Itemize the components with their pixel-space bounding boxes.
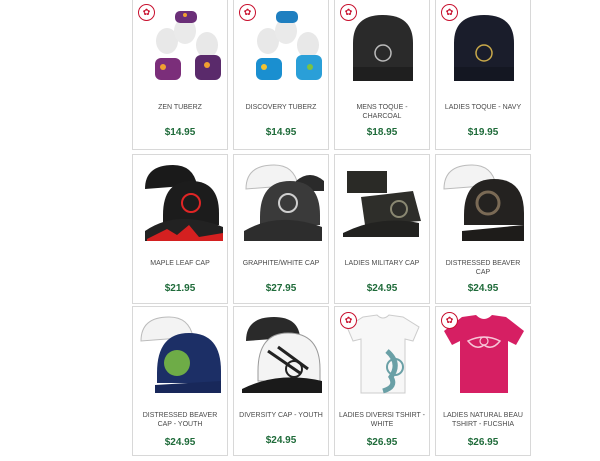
product-price: $24.95 bbox=[366, 283, 398, 294]
product-name[interactable]: LADIES DIVERSI TSHIRT - WHITE bbox=[337, 411, 427, 429]
product-image[interactable] bbox=[238, 311, 326, 395]
product-name[interactable]: DIVERSITY CAP - YOUTH bbox=[236, 411, 326, 420]
product-image[interactable] bbox=[339, 159, 427, 243]
product-card[interactable]: GRAPHITE/WHITE CAP $27.95 bbox=[233, 154, 329, 304]
product-price: $18.95 bbox=[366, 127, 398, 138]
product-grid: ✿ ZEN TUBERZ $14.95 ✿ DISCOVERY TUBERZ $… bbox=[132, 0, 534, 461]
product-price: $24.95 bbox=[265, 435, 297, 446]
product-card[interactable]: MAPLE LEAF CAP $21.95 bbox=[132, 154, 228, 304]
product-price: $26.95 bbox=[366, 437, 398, 448]
product-price: $24.95 bbox=[467, 283, 499, 294]
product-image[interactable] bbox=[137, 159, 225, 243]
product-card[interactable]: DISTRESSED BEAVER CAP $24.95 bbox=[435, 154, 531, 304]
product-card[interactable]: ✿ LADIES TOQUE - NAVY $19.95 bbox=[435, 0, 531, 150]
product-price: $27.95 bbox=[265, 283, 297, 294]
product-price: $19.95 bbox=[467, 127, 499, 138]
product-card[interactable]: ✿ ZEN TUBERZ $14.95 bbox=[132, 0, 228, 150]
product-name[interactable]: DISTRESSED BEAVER CAP bbox=[438, 259, 528, 277]
product-name[interactable]: LADIES MILITARY CAP bbox=[337, 259, 427, 268]
product-name[interactable]: MENS TOQUE - CHARCOAL bbox=[337, 103, 427, 121]
product-name[interactable]: LADIES TOQUE - NAVY bbox=[438, 103, 528, 112]
maple-leaf-badge: ✿ bbox=[441, 4, 458, 21]
maple-leaf-badge: ✿ bbox=[138, 4, 155, 21]
product-name[interactable]: ZEN TUBERZ bbox=[135, 103, 225, 112]
product-card[interactable]: DISTRESSED BEAVER CAP - YOUTH $24.95 bbox=[132, 306, 228, 456]
product-price: $14.95 bbox=[164, 127, 196, 138]
maple-leaf-badge: ✿ bbox=[441, 312, 458, 329]
product-image[interactable] bbox=[137, 311, 225, 395]
product-name[interactable]: DISCOVERY TUBERZ bbox=[236, 103, 326, 112]
product-card[interactable]: LADIES MILITARY CAP $24.95 bbox=[334, 154, 430, 304]
product-card[interactable]: ✿ DISCOVERY TUBERZ $14.95 bbox=[233, 0, 329, 150]
product-name[interactable]: DISTRESSED BEAVER CAP - YOUTH bbox=[135, 411, 225, 429]
product-image[interactable] bbox=[440, 159, 528, 243]
product-card[interactable]: ✿ LADIES NATURAL BEAU TSHIRT - FUCSHIA $… bbox=[435, 306, 531, 456]
product-price: $26.95 bbox=[467, 437, 499, 448]
product-name[interactable]: GRAPHITE/WHITE CAP bbox=[236, 259, 326, 268]
product-card[interactable]: ✿ LADIES DIVERSI TSHIRT - WHITE $26.95 bbox=[334, 306, 430, 456]
product-price: $24.95 bbox=[164, 437, 196, 448]
product-name[interactable]: LADIES NATURAL BEAU TSHIRT - FUCSHIA bbox=[438, 411, 528, 429]
product-card[interactable]: ✿ MENS TOQUE - CHARCOAL $18.95 bbox=[334, 0, 430, 150]
product-image[interactable] bbox=[238, 159, 326, 243]
product-price: $14.95 bbox=[265, 127, 297, 138]
maple-leaf-badge: ✿ bbox=[340, 312, 357, 329]
maple-leaf-badge: ✿ bbox=[340, 4, 357, 21]
maple-leaf-badge: ✿ bbox=[239, 4, 256, 21]
product-name[interactable]: MAPLE LEAF CAP bbox=[135, 259, 225, 268]
product-card[interactable]: DIVERSITY CAP - YOUTH $24.95 bbox=[233, 306, 329, 456]
product-price: $21.95 bbox=[164, 283, 196, 294]
